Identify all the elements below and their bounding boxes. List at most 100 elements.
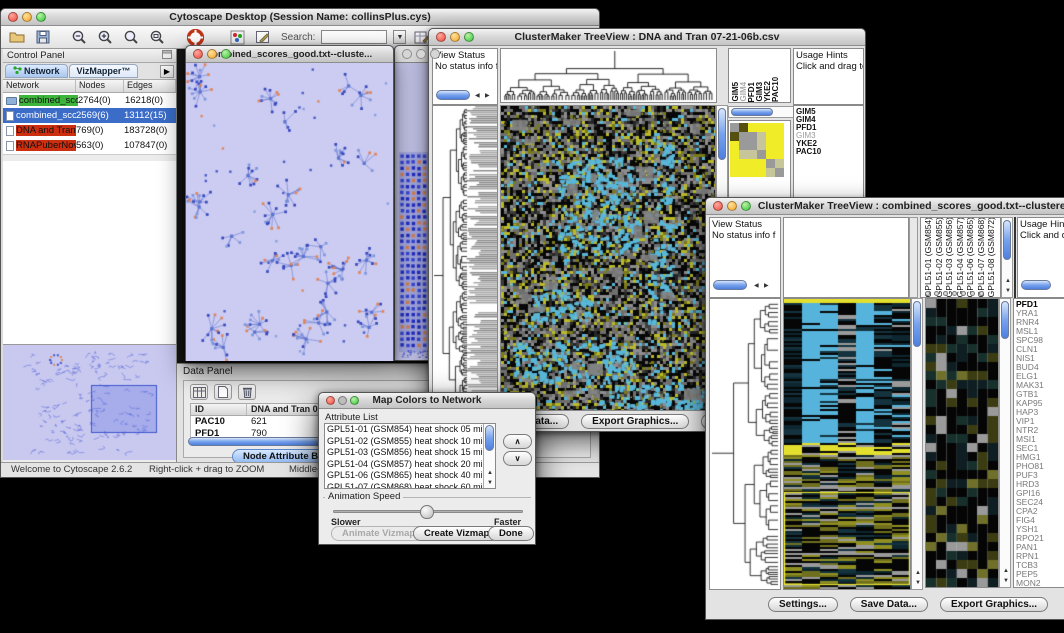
close-icon[interactable]	[326, 396, 335, 405]
column-label[interactable]: GPL51-01 (GSM854)	[923, 217, 934, 297]
close-icon[interactable]	[402, 49, 412, 59]
tv1-status-scrollbar[interactable]	[436, 90, 470, 100]
row-label[interactable]: PAC10	[796, 148, 863, 156]
zoom-in-icon[interactable]	[95, 28, 115, 46]
column-label[interactable]: GPL51-03 (GSM856)	[944, 217, 955, 297]
scroll-left-icon[interactable]: ◀	[475, 92, 480, 100]
tv2-zoom-vscrollbar[interactable]: ▲ ▼	[999, 298, 1011, 588]
gene-label[interactable]: MON2	[1016, 579, 1064, 588]
attribute-list-item[interactable]: GPL51-07 (GSM868) heat shock 60 min	[325, 482, 495, 490]
done-button[interactable]: Done	[488, 526, 534, 541]
zoom-window-icon[interactable]	[36, 12, 46, 22]
network-graph-canvas[interactable]	[186, 63, 393, 361]
zoom-fit-icon[interactable]	[147, 28, 167, 46]
help-lifering-icon[interactable]	[185, 28, 205, 46]
tv2-column-labels[interactable]: GPL51-01 (GSM854)GPL51-02 (GSM855)GPL51-…	[920, 217, 1001, 298]
minimize-icon[interactable]	[727, 201, 737, 211]
minimize-icon[interactable]	[207, 49, 217, 59]
attribute-list-item[interactable]: GPL51-02 (GSM855) heat shock 10 min	[325, 436, 495, 448]
column-label[interactable]: PAC10	[771, 77, 779, 102]
scroll-left-icon[interactable]: ◀	[754, 282, 759, 290]
zoom-out-icon[interactable]	[69, 28, 89, 46]
tv1-heatmap[interactable]	[500, 105, 716, 411]
network-table-row[interactable]: DNA and Tran 07769(0)183728(0)	[3, 123, 176, 138]
zoom-window-icon[interactable]	[430, 49, 440, 59]
scroll-right-icon[interactable]: ▶	[764, 282, 769, 290]
open-session-button[interactable]	[7, 28, 27, 46]
minimize-icon[interactable]	[450, 32, 460, 42]
tab-vizmapper[interactable]: VizMapper™	[69, 64, 139, 78]
tv2-dendro-scrollbar[interactable]	[909, 217, 918, 298]
animate-vizmap-button[interactable]: Animate Vizmap	[331, 526, 426, 541]
scroll-up-icon[interactable]: ▲	[487, 469, 493, 477]
treeview-button[interactable]: Export Graphics...	[581, 414, 689, 429]
attribute-list-item[interactable]: GPL51-06 (GSM865) heat shock 40 min	[325, 470, 495, 482]
new-attribute-icon[interactable]	[214, 384, 232, 400]
column-label[interactable]: GIM5	[731, 82, 739, 102]
tv2-row-dendrogram[interactable]	[709, 298, 781, 590]
tv2-status-scrollbar[interactable]	[713, 280, 747, 290]
tv2-collabel-scrollbar[interactable]: ▲ ▼	[1001, 217, 1013, 298]
zoom-window-icon[interactable]	[221, 49, 231, 59]
zoom-window-icon[interactable]	[741, 201, 751, 211]
column-label[interactable]: GPL51-08 (GSM872)	[986, 217, 997, 297]
tv1-column-dendrogram[interactable]	[500, 48, 717, 103]
delete-attribute-trash-icon[interactable]	[238, 384, 256, 400]
column-label[interactable]: GIM4	[739, 82, 747, 102]
column-label[interactable]: GPL51-04 (GSM857)	[955, 217, 966, 297]
column-label[interactable]: YKE2	[763, 81, 771, 102]
scroll-up-icon[interactable]: ▲	[915, 569, 921, 577]
column-label[interactable]: GPL51-07 (GSM868)	[976, 217, 987, 297]
tv2-vscrollbar[interactable]: ▲ ▼	[911, 298, 923, 590]
column-label[interactable]: GPL51-02 (GSM855)	[934, 217, 945, 297]
tv1-mini-heatmap[interactable]	[730, 123, 784, 177]
scroll-down-icon[interactable]: ▼	[487, 479, 493, 487]
attribute-list-item[interactable]: GPL51-01 (GSM854) heat shock 05 min	[325, 424, 495, 436]
tv2-heatmap[interactable]	[783, 298, 911, 590]
treeview-button[interactable]: Settings...	[768, 597, 838, 612]
float-panel-icon[interactable]	[162, 50, 172, 62]
tv1-column-labels[interactable]: GIM5GIM4PFD1GIM3YKE2PAC10	[728, 48, 791, 103]
tab-overflow-arrow[interactable]: ▶	[160, 65, 174, 78]
tv2-zoom-heatmap[interactable]	[925, 298, 999, 588]
move-up-button[interactable]: ∧	[503, 434, 532, 449]
close-icon[interactable]	[713, 201, 723, 211]
tv2-column-dendrogram[interactable]	[783, 217, 909, 298]
close-icon[interactable]	[193, 49, 203, 59]
zoom-selected-icon[interactable]	[121, 28, 141, 46]
save-session-button[interactable]	[33, 28, 53, 46]
attribute-list-scrollbar[interactable]: ▲ ▼	[483, 424, 495, 488]
minimize-icon[interactable]	[416, 49, 426, 59]
minimize-icon[interactable]	[22, 12, 32, 22]
attribute-select-icon[interactable]	[190, 384, 208, 400]
scroll-right-icon[interactable]: ▶	[485, 92, 490, 100]
column-label[interactable]: GPL51-06 (GSM865)	[965, 217, 976, 297]
search-dropdown-icon[interactable]: ▼	[393, 30, 406, 44]
network-table-row[interactable]: RNAPuberNov2+563(0)107847(0)	[3, 138, 176, 153]
zoom-window-icon[interactable]	[464, 32, 474, 42]
scroll-down-icon[interactable]: ▼	[1005, 287, 1011, 295]
close-icon[interactable]	[436, 32, 446, 42]
column-label[interactable]: PFD1	[747, 82, 755, 102]
vizmapper-icon[interactable]	[227, 28, 247, 46]
scroll-down-icon[interactable]: ▼	[915, 579, 921, 587]
main-titlebar[interactable]: Cytoscape Desktop (Session Name: collins…	[1, 9, 599, 26]
treeview-button[interactable]: Export Graphics...	[940, 597, 1048, 612]
attribute-list[interactable]: GPL51-01 (GSM854) heat shock 05 minGPL51…	[324, 423, 496, 489]
column-label[interactable]: GIM3	[755, 82, 763, 102]
tv2-hints-scrollbar[interactable]	[1021, 280, 1051, 290]
minimize-icon[interactable]	[338, 396, 347, 405]
attribute-list-item[interactable]: GPL51-03 (GSM856) heat shock 15 min	[325, 447, 495, 459]
slider-thumb[interactable]	[420, 505, 434, 519]
move-down-button[interactable]: ∨	[503, 451, 532, 466]
scroll-up-icon[interactable]: ▲	[1003, 567, 1009, 575]
annotation-icon[interactable]	[253, 28, 273, 46]
search-input[interactable]	[321, 30, 387, 44]
animation-speed-slider[interactable]	[333, 510, 523, 513]
tv2-gene-labels[interactable]: PFD1YRA1RNR4MSL1SPC98CLN1NIS1BUD4ELG1MAK…	[1013, 298, 1064, 588]
zoom-window-icon[interactable]	[350, 396, 359, 405]
tv1-row-dendrogram[interactable]	[432, 105, 498, 411]
network-table-row[interactable]: combined_sco2569(6)13112(15)	[3, 108, 176, 123]
treeview-button[interactable]: Save Data...	[850, 597, 928, 612]
close-icon[interactable]	[8, 12, 18, 22]
